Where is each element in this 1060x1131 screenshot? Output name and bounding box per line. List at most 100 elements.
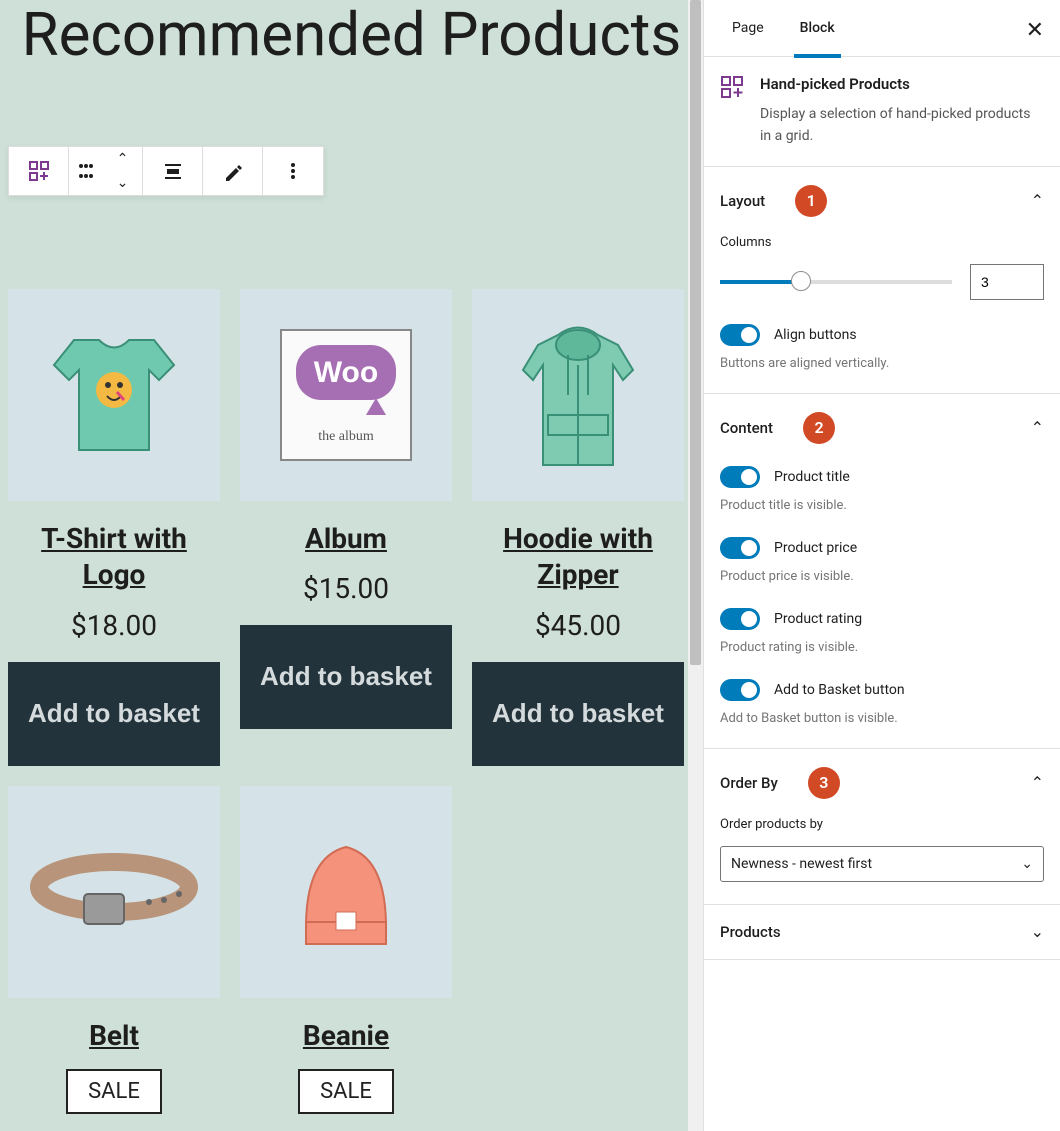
toggle-product-title: Product title [720, 466, 1044, 488]
block-toolbar: ⌃ ⌄ [8, 146, 324, 196]
block-mover: ⌃ ⌄ [103, 147, 143, 195]
add-to-basket-button[interactable]: Add to basket [8, 662, 220, 766]
close-sidebar-button[interactable]: ✕ [1026, 18, 1044, 43]
slider-thumb[interactable] [791, 271, 811, 291]
product-price: $15.00 [240, 572, 452, 605]
product-title[interactable]: T-Shirt with Logo [8, 521, 220, 594]
columns-slider-row [720, 264, 1044, 300]
grid-icon [27, 159, 51, 183]
album-icon: Woothe album [271, 320, 421, 470]
panel-products-header[interactable]: Products ⌄ [704, 905, 1060, 959]
panel-orderby-header[interactable]: Order By 3 ⌃ [704, 749, 1060, 817]
toggle-help: Product title is visible. [720, 498, 1044, 513]
block-icon [720, 75, 744, 99]
align-buttons-row: Align buttons [720, 324, 1044, 346]
sale-badge: SALE [66, 1069, 162, 1114]
panel-title: Products [720, 923, 781, 941]
panel-orderby: Order By 3 ⌃ Order products by Newness -… [704, 749, 1060, 905]
product-price: $45.00 [472, 609, 684, 642]
product-title[interactable]: Hoodie with Zipper [472, 521, 684, 594]
product-rating-toggle[interactable] [720, 608, 760, 630]
annotation-badge: 3 [808, 767, 840, 799]
drag-icon [76, 161, 96, 181]
chevron-down-icon: ⌄ [1031, 922, 1044, 941]
chevron-down-icon: ⌄ [1021, 856, 1033, 872]
product-title[interactable]: Beanie [240, 1018, 452, 1054]
close-icon: ✕ [1026, 18, 1044, 43]
drag-handle-button[interactable] [69, 147, 103, 195]
toggle-help: Product rating is visible. [720, 640, 1044, 655]
belt-icon [29, 842, 199, 942]
panel-products: Products ⌄ [704, 905, 1060, 960]
product-card: T-Shirt with Logo $18.00 Add to basket [8, 289, 220, 766]
chevron-down-icon: ⌄ [117, 175, 129, 191]
sidebar-tabs: Page Block ✕ [704, 0, 1060, 57]
product-card: Beanie SALE [240, 786, 452, 1114]
annotation-badge: 1 [795, 185, 827, 217]
panel-layout: Layout 1 ⌃ Columns Align buttons Buttons… [704, 167, 1060, 394]
add-to-basket-toggle[interactable] [720, 679, 760, 701]
edit-button[interactable] [203, 147, 263, 195]
block-info: Hand-picked Products Display a selection… [704, 57, 1060, 167]
move-down-button[interactable]: ⌄ [103, 171, 142, 195]
toggle-add-to-basket: Add to Basket button [720, 679, 1044, 701]
svg-text:Woo: Woo [314, 356, 378, 389]
toggle-label: Product title [774, 469, 850, 485]
sale-badge: SALE [298, 1069, 394, 1114]
toggle-help: Product price is visible. [720, 569, 1044, 584]
panel-layout-body: Columns Align buttons Buttons are aligne… [704, 235, 1060, 393]
panel-title: Order By [720, 774, 778, 792]
product-image[interactable] [472, 289, 684, 501]
grid-icon [720, 75, 744, 99]
editor-canvas: Recommended Products ⌃ ⌄ T-Shirt with Lo… [0, 0, 703, 1131]
product-image[interactable] [240, 786, 452, 998]
toggle-label: Product rating [774, 611, 862, 627]
product-image[interactable] [8, 289, 220, 501]
chevron-up-icon: ⌃ [117, 151, 129, 167]
orderby-label: Order products by [720, 817, 1044, 832]
panel-content: Content 2 ⌃ Product title Product title … [704, 394, 1060, 749]
block-description: Display a selection of hand-picked produ… [760, 103, 1044, 148]
orderby-select[interactable]: Newness - newest first ⌄ [720, 846, 1044, 882]
products-grid: T-Shirt with Logo $18.00 Add to basket W… [0, 69, 703, 1131]
product-title-toggle[interactable] [720, 466, 760, 488]
tab-page[interactable]: Page [720, 0, 776, 57]
page-title[interactable]: Recommended Products [0, 0, 703, 69]
align-buttons-label: Align buttons [774, 327, 857, 343]
panel-content-header[interactable]: Content 2 ⌃ [704, 394, 1060, 462]
pencil-icon [223, 161, 243, 181]
toggle-label: Product price [774, 540, 857, 556]
panel-title: Layout [720, 192, 765, 210]
tab-block[interactable]: Block [788, 0, 847, 57]
product-price-toggle[interactable] [720, 537, 760, 559]
panel-title: Content [720, 419, 773, 437]
product-image[interactable] [8, 786, 220, 998]
scrollbar-thumb[interactable] [690, 0, 701, 665]
columns-slider[interactable] [720, 280, 952, 284]
product-price: $18.00 [8, 609, 220, 642]
product-image[interactable]: Woothe album [240, 289, 452, 501]
columns-input[interactable] [970, 264, 1044, 300]
toggle-product-price: Product price [720, 537, 1044, 559]
chevron-up-icon: ⌃ [1031, 773, 1044, 792]
product-card: Belt SALE [8, 786, 220, 1114]
hoodie-icon [508, 315, 648, 475]
align-button[interactable] [143, 147, 203, 195]
product-title[interactable]: Belt [8, 1018, 220, 1054]
product-title[interactable]: Album [240, 521, 452, 557]
add-to-basket-button[interactable]: Add to basket [472, 662, 684, 766]
block-type-button[interactable] [9, 147, 69, 195]
block-info-text: Hand-picked Products Display a selection… [760, 75, 1044, 148]
product-card: Woothe album Album $15.00 Add to basket [240, 289, 452, 766]
align-buttons-help: Buttons are aligned vertically. [720, 356, 1044, 371]
align-buttons-toggle[interactable] [720, 324, 760, 346]
block-name: Hand-picked Products [760, 75, 1044, 93]
annotation-badge: 2 [803, 412, 835, 444]
more-options-button[interactable] [263, 147, 323, 195]
orderby-value: Newness - newest first [731, 856, 872, 872]
more-vertical-icon [283, 161, 303, 181]
add-to-basket-button[interactable]: Add to basket [240, 625, 452, 729]
toggle-product-rating: Product rating [720, 608, 1044, 630]
move-up-button[interactable]: ⌃ [103, 147, 142, 171]
panel-layout-header[interactable]: Layout 1 ⌃ [704, 167, 1060, 235]
